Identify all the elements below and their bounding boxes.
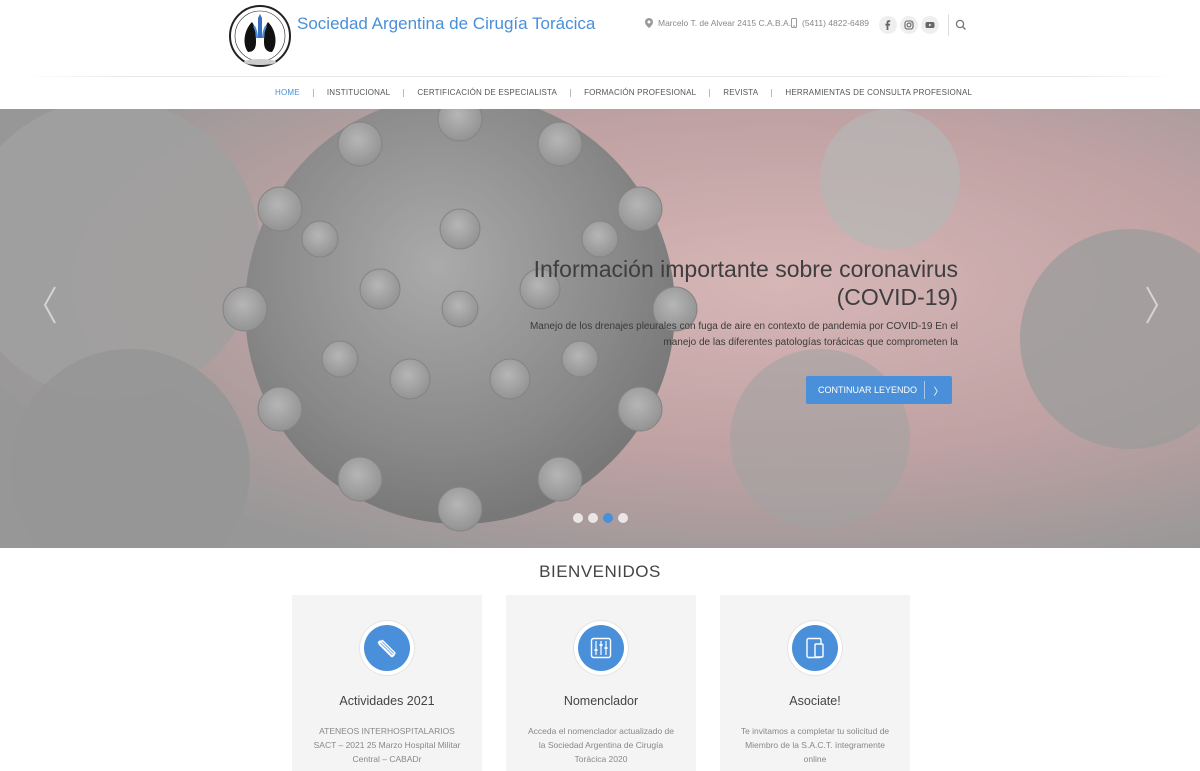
slider-dot[interactable] [588,513,598,523]
facebook-button[interactable] [879,16,897,34]
card-nomenclador[interactable]: Nomenclador Acceda el nomenclador actual… [506,595,696,771]
nav-item-home[interactable]: HOME [262,77,313,109]
card-text: ATENEOS INTERHOSPITALARIOS SACT – 2021 2… [313,726,461,764]
card-text: Te invitamos a completar tu solicitud de… [740,726,890,764]
site-header: Sociedad Argentina de Cirugía Torácica M… [0,0,1200,76]
contact-phone: (5411) 4822-6489 [791,18,869,28]
slider-prev-arrow-icon[interactable] [42,285,58,325]
card-asociate[interactable]: Asociate! Te invitamos a completar tu so… [720,595,910,771]
location-icon [645,18,653,28]
logo[interactable] [228,4,292,68]
facebook-icon [885,20,891,30]
card-title: Actividades 2021 [339,694,435,708]
slide-text: Manejo de los drenajes pleurales con fug… [529,321,958,348]
tablet-icon [806,637,824,659]
site-title[interactable]: Sociedad Argentina de Cirugía Torácica [297,14,595,34]
card-icon-badge [574,621,628,675]
card-actividades[interactable]: Actividades 2021 ATENEOS INTERHOSPITALAR… [292,595,482,771]
youtube-icon [925,22,935,28]
pencil-ruler-icon [377,639,396,658]
address-text: Marcelo T. de Alvear 2415 C.A.B.A. [658,18,792,28]
mobile-phone-icon [791,18,797,28]
instagram-icon [904,20,914,30]
hero-slider[interactable]: Información importante sobre coronavirus… [0,109,1200,548]
phone-text: (5411) 4822-6489 [802,18,869,28]
nav-item-herramientas[interactable]: HERRAMIENTAS DE CONSULTA PROFESIONAL [772,77,985,109]
continue-reading-label: CONTINUAR LEYENDO [818,385,918,395]
card-icon-badge [360,621,414,675]
nav-list: HOME INSTITUCIONAL CERTIFICACIÓN DE ESPE… [262,77,985,109]
slider-dot[interactable] [618,513,628,523]
search-icon[interactable] [954,18,968,32]
slider-dot-active[interactable] [603,513,613,523]
nav-item-certificacion[interactable]: CERTIFICACIÓN DE ESPECIALISTA [404,77,570,109]
instagram-button[interactable] [900,16,918,34]
header-divider [948,14,949,36]
chevron-right-icon: 〉 [933,386,944,398]
card-text: Acceda el nomenclador actualizado de la … [527,726,674,764]
slide-title: Información importante sobre coronavirus… [533,256,958,310]
nav-item-formacion[interactable]: FORMACIÓN PROFESIONAL [571,77,709,109]
card-title: Nomenclador [563,694,639,708]
sliders-icon [590,637,612,659]
main-nav: HOME INSTITUCIONAL CERTIFICACIÓN DE ESPE… [0,77,1200,109]
contact-address: Marcelo T. de Alvear 2415 C.A.B.A. [645,18,791,28]
card-title: Asociate! [789,694,841,708]
continue-reading-button[interactable]: CONTINUAR LEYENDO 〉 [806,376,952,404]
slider-pagination [573,513,628,523]
youtube-button[interactable] [921,16,939,34]
welcome-title: BIENVENIDOS [539,562,661,581]
card-icon-badge [788,621,842,675]
nav-item-revista[interactable]: REVISTA [710,77,771,109]
nav-item-institucional[interactable]: INSTITUCIONAL [314,77,404,109]
slider-dot[interactable] [573,513,583,523]
slider-next-arrow-icon[interactable] [1144,285,1160,325]
